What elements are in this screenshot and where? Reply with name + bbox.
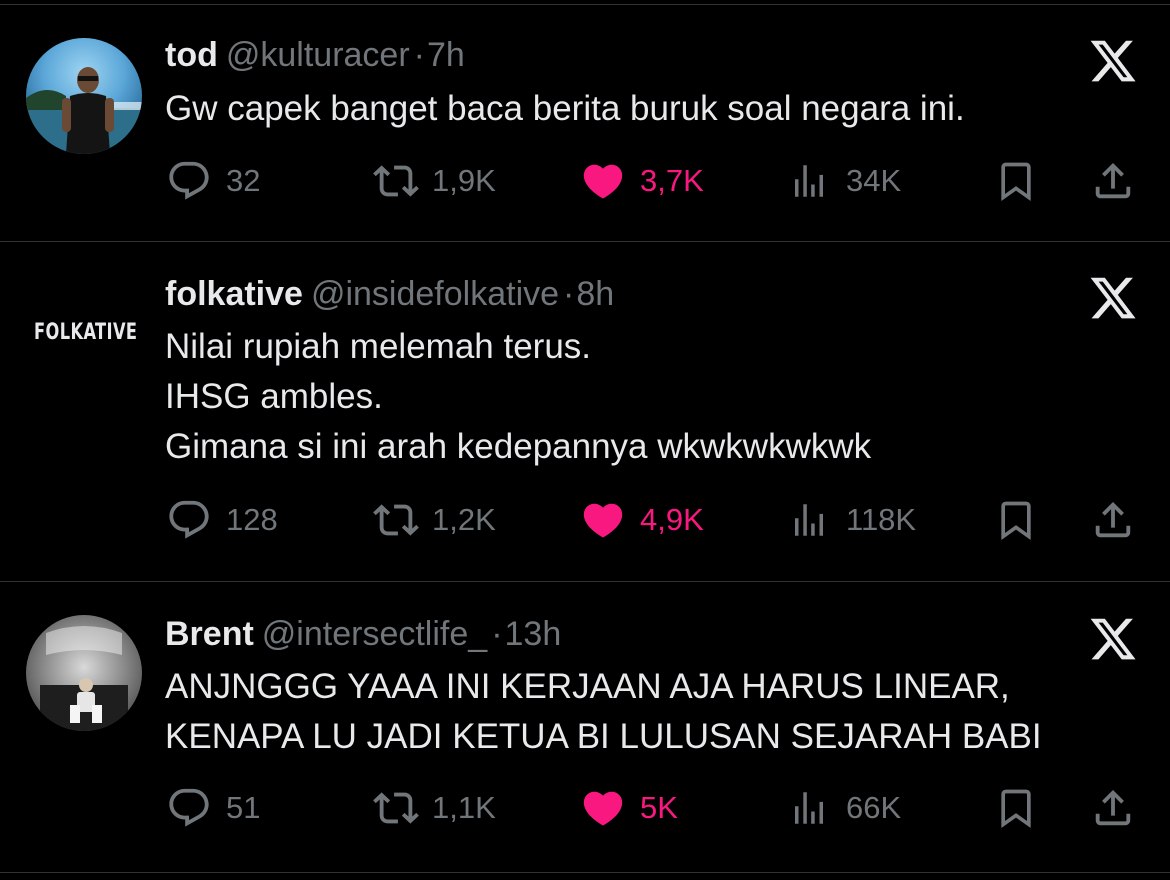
timestamp[interactable]: 8h [576, 275, 614, 313]
like-count: 5K [640, 790, 678, 825]
reply-count: 32 [226, 163, 261, 198]
like-button[interactable]: 4,9K [578, 497, 704, 543]
avatar[interactable] [26, 615, 142, 731]
avatar-logo[interactable]: FOLKATIVE [34, 320, 137, 345]
bookmark-icon [994, 497, 1038, 543]
bookmark-icon [994, 158, 1038, 204]
user-handle[interactable]: @insidefolkative [311, 275, 559, 313]
tweet-text: Nilai rupiah melemah terus. IHSG ambles.… [165, 322, 871, 472]
like-count: 4,9K [640, 502, 704, 537]
retweet-icon [370, 785, 422, 831]
divider [0, 241, 1170, 242]
tweet-text: ANJNGGG YAAA INI KERJAAN AJA HARUS LINEA… [165, 662, 1042, 762]
views-button[interactable]: 34K [788, 158, 901, 204]
bookmark-button[interactable] [994, 158, 1038, 204]
user-handle[interactable]: @intersectlife_ [262, 615, 487, 653]
retweet-button[interactable]: 1,1K [370, 785, 496, 831]
like-icon [578, 497, 628, 543]
divider [0, 581, 1170, 582]
views-icon [788, 158, 830, 204]
share-icon [1090, 785, 1136, 831]
tweet-line: KENAPA LU JADI KETUA BI LULUSAN SEJARAH … [165, 717, 1042, 756]
display-name[interactable]: tod [165, 36, 218, 74]
tweet-line: IHSG ambles. [165, 377, 383, 416]
views-count: 34K [846, 163, 902, 198]
tweet-header: Brent @intersectlife_ ·13h [165, 614, 561, 654]
views-button[interactable]: 118K [788, 497, 916, 543]
bookmark-icon [994, 785, 1038, 831]
like-icon [578, 785, 628, 831]
tweet-line: Gw capek banget baca berita buruk soal n… [165, 89, 965, 128]
retweet-button[interactable]: 1,9K [370, 158, 496, 204]
bookmark-button[interactable] [994, 785, 1038, 831]
views-button[interactable]: 66K [788, 785, 901, 831]
x-logo-icon [1087, 614, 1139, 664]
views-count: 118K [846, 502, 917, 537]
share-button[interactable] [1090, 158, 1136, 204]
retweet-count: 1,9K [432, 163, 496, 198]
reply-button[interactable]: 128 [166, 497, 278, 543]
reply-button[interactable]: 32 [166, 158, 260, 204]
views-count: 66K [846, 790, 902, 825]
tweet-text: Gw capek banget baca berita buruk soal n… [165, 84, 965, 134]
views-icon [788, 785, 830, 831]
tweet-header: tod @kulturacer ·7h [165, 35, 465, 75]
tweet-header: folkative @insidefolkative ·8h [165, 274, 614, 314]
timestamp[interactable]: 7h [427, 36, 465, 74]
bookmark-button[interactable] [994, 497, 1038, 543]
tweet-line: Gimana si ini arah kedepannya wkwkwkwkwk [165, 427, 872, 466]
timestamp[interactable]: 13h [505, 615, 562, 653]
divider [0, 872, 1170, 873]
retweet-count: 1,2K [432, 502, 496, 537]
divider [0, 4, 1170, 5]
retweet-icon [370, 497, 422, 543]
separator: · [413, 36, 425, 74]
share-icon [1090, 158, 1136, 204]
views-icon [788, 497, 830, 543]
like-icon [578, 158, 628, 204]
user-handle[interactable]: @kulturacer [226, 36, 410, 74]
x-logo-icon [1087, 273, 1139, 323]
tweet-feed: tod @kulturacer ·7h Gw capek banget baca b… [0, 0, 1170, 880]
share-icon [1090, 497, 1136, 543]
share-button[interactable] [1090, 497, 1136, 543]
like-count: 3,7K [640, 163, 704, 198]
reply-icon [166, 785, 212, 831]
x-logo-icon [1087, 36, 1139, 86]
reply-count: 51 [226, 790, 261, 825]
display-name[interactable]: Brent [165, 615, 254, 653]
display-name[interactable]: folkative [165, 275, 303, 313]
reply-button[interactable]: 51 [166, 785, 260, 831]
separator: · [491, 615, 503, 653]
share-button[interactable] [1090, 785, 1136, 831]
retweet-icon [370, 158, 422, 204]
reply-icon [166, 497, 212, 543]
tweet-line: ANJNGGG YAAA INI KERJAAN AJA HARUS LINEA… [165, 667, 1010, 706]
retweet-count: 1,1K [432, 790, 496, 825]
reply-count: 128 [226, 502, 278, 537]
retweet-button[interactable]: 1,2K [370, 497, 496, 543]
reply-icon [166, 158, 212, 204]
like-button[interactable]: 5K [578, 785, 678, 831]
like-button[interactable]: 3,7K [578, 158, 704, 204]
separator: · [563, 275, 575, 313]
tweet-line: Nilai rupiah melemah terus. [165, 327, 592, 366]
avatar[interactable] [26, 38, 142, 154]
